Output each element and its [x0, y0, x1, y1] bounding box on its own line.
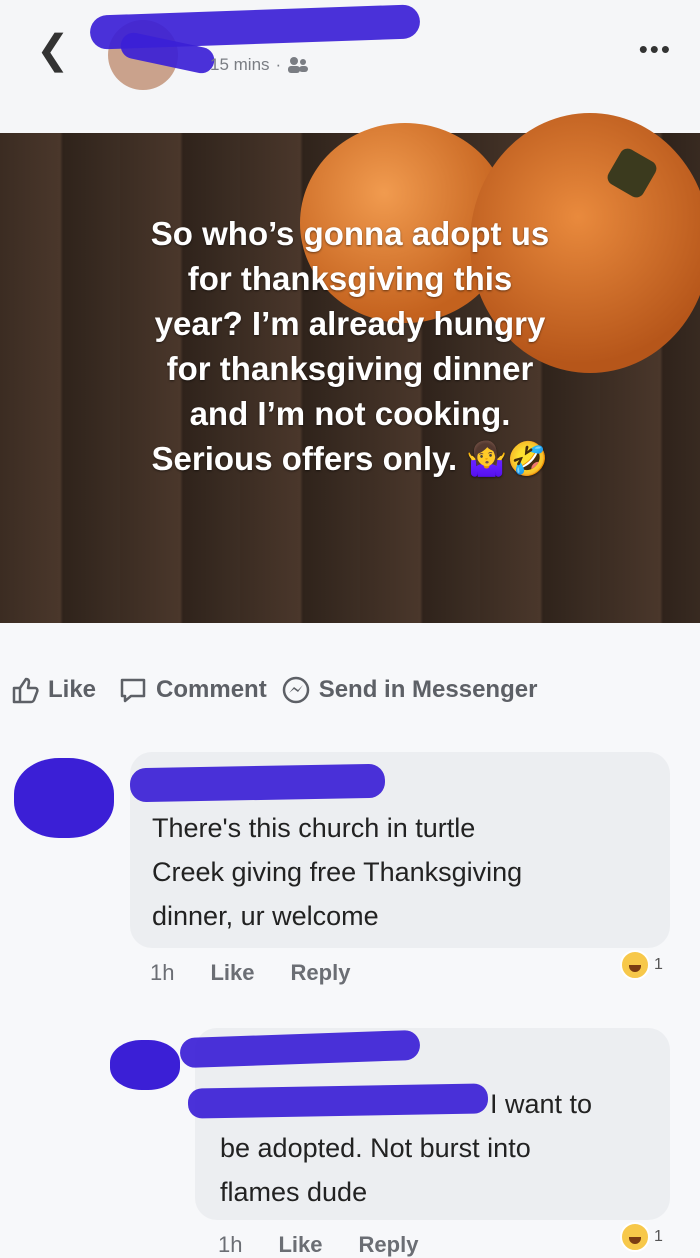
comment-line: dinner, ur welcome — [152, 901, 379, 931]
comment-time: 1h — [150, 960, 175, 985]
comment-like-button[interactable]: Like — [210, 960, 254, 986]
post-actions: Like Comment Send in Messenger — [0, 660, 700, 720]
post-text-line: for thanksgiving dinner — [166, 350, 534, 387]
comment-line: I want to — [490, 1089, 593, 1119]
send-label: Send in Messenger — [318, 676, 538, 703]
comment-meta: 1h Like Reply — [150, 960, 350, 986]
comment-button[interactable]: Comment — [118, 675, 267, 705]
like-button[interactable]: Like — [10, 675, 96, 705]
comment-line: flames dude — [220, 1177, 368, 1207]
chevron-left-icon[interactable]: ❮ — [36, 30, 70, 70]
friends-icon — [288, 57, 309, 73]
post-text: So who’s gonna adopt us for thanksgiving… — [40, 211, 660, 481]
post-text-line: Serious offers only. 🤷‍♀️🤣 — [151, 440, 549, 477]
comment-reply-button[interactable]: Reply — [359, 1232, 419, 1258]
like-label: Like — [48, 676, 97, 703]
comment-meta: 1h Like Reply — [218, 1232, 418, 1258]
reaction-count: 1 — [654, 956, 663, 973]
haha-reaction-icon — [620, 950, 650, 980]
post-text-line: and I’m not cooking. — [189, 395, 511, 432]
post-text-line: So who’s gonna adopt us — [150, 215, 550, 252]
comment-reply-button[interactable]: Reply — [291, 960, 351, 986]
comment-text: be adopted. Not burst into flames dude — [220, 1126, 531, 1214]
redaction-scribble — [187, 1083, 489, 1119]
post-text-line: for thanksgiving this — [187, 260, 513, 297]
comment-label: Comment — [156, 676, 267, 703]
reaction-count: 1 — [654, 1228, 663, 1245]
thumbs-up-icon — [12, 677, 39, 704]
send-messenger-button[interactable]: Send in Messenger — [281, 675, 538, 705]
comment-like-button[interactable]: Like — [278, 1232, 322, 1258]
comment-line: There's this church in turtle — [152, 813, 476, 843]
commenter-avatar[interactable] — [14, 758, 114, 838]
redaction-scribble — [129, 763, 386, 803]
post-image: So who’s gonna adopt us for thanksgiving… — [0, 113, 700, 623]
post-text-line: year? I’m already hungry — [154, 305, 546, 342]
comment-text: There's this church in turtle Creek givi… — [152, 806, 522, 938]
haha-reaction-icon — [620, 1222, 650, 1252]
comment-reaction[interactable]: 1 — [620, 1222, 663, 1252]
comment-text: I want to — [490, 1082, 592, 1126]
comment-reaction[interactable]: 1 — [620, 950, 663, 980]
more-dots-icon[interactable]: ••• — [639, 34, 672, 65]
post-header: ❮ 15 mins · ••• — [0, 0, 700, 130]
post-time: 15 mins — [210, 55, 270, 74]
commenter-avatar[interactable] — [110, 1040, 180, 1090]
comment-line: Creek giving free Thanksgiving — [152, 857, 523, 887]
comment-time: 1h — [218, 1232, 243, 1257]
post-meta: 15 mins · — [210, 55, 309, 75]
messenger-icon — [282, 676, 309, 704]
comment-icon — [120, 678, 146, 703]
comment-line: be adopted. Not burst into — [220, 1133, 531, 1163]
meta-separator: · — [275, 55, 282, 74]
